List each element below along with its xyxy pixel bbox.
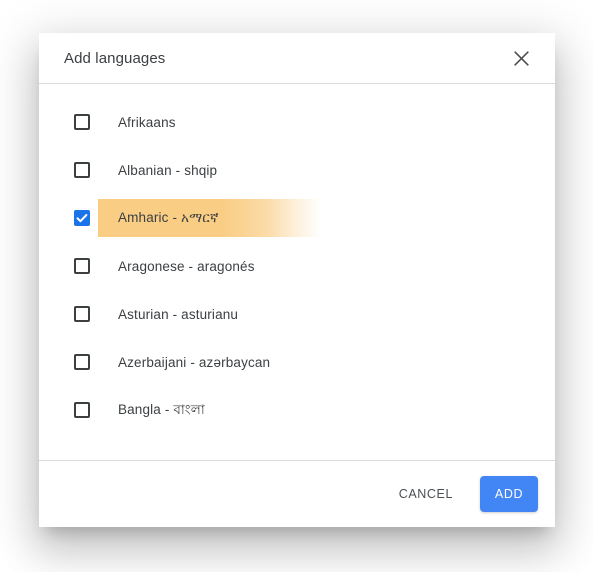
page-title: Add languages — [64, 49, 166, 67]
language-label: Amharic - አማርኛ — [118, 210, 219, 225]
language-checkbox[interactable] — [74, 162, 90, 178]
language-checkbox[interactable] — [74, 210, 90, 226]
language-label: Aragonese - aragonés — [118, 258, 255, 274]
language-label: Bangla - বাংলা — [118, 401, 205, 417]
language-label: Asturian - asturianu — [118, 306, 239, 322]
close-button[interactable] — [507, 44, 535, 72]
language-list-container[interactable]: Afrikaans Albanian - shqip Amharic - አማር… — [39, 84, 555, 460]
list-item[interactable]: Bangla - বাংলা — [39, 386, 555, 434]
dialog-header: Add languages — [39, 33, 555, 84]
list-item[interactable]: Azerbaijani - azərbaycan — [39, 338, 555, 386]
language-label: Albanian - shqip — [118, 162, 218, 178]
dialog-footer: CANCEL ADD — [39, 460, 555, 527]
close-icon — [513, 50, 529, 66]
language-checkbox[interactable] — [74, 402, 90, 418]
language-checkbox[interactable] — [74, 114, 90, 130]
language-label: Afrikaans — [118, 114, 176, 130]
list-item[interactable]: Asturian - asturianu — [39, 290, 555, 338]
language-checkbox[interactable] — [74, 306, 90, 322]
list-item[interactable]: Amharic - አማርኛ — [39, 194, 555, 242]
cancel-button[interactable]: CANCEL — [391, 478, 461, 510]
list-item[interactable]: Afrikaans — [39, 98, 555, 146]
add-button[interactable]: ADD — [480, 476, 538, 512]
list-item[interactable]: Aragonese - aragonés — [39, 242, 555, 290]
add-languages-dialog: Add languages Afrikaans Albanian - shqip… — [39, 33, 555, 527]
language-label: Azerbaijani - azərbaycan — [118, 354, 271, 370]
list-item[interactable]: Albanian - shqip — [39, 146, 555, 194]
language-list: Afrikaans Albanian - shqip Amharic - አማር… — [39, 98, 555, 434]
language-checkbox[interactable] — [74, 354, 90, 370]
language-checkbox[interactable] — [74, 258, 90, 274]
